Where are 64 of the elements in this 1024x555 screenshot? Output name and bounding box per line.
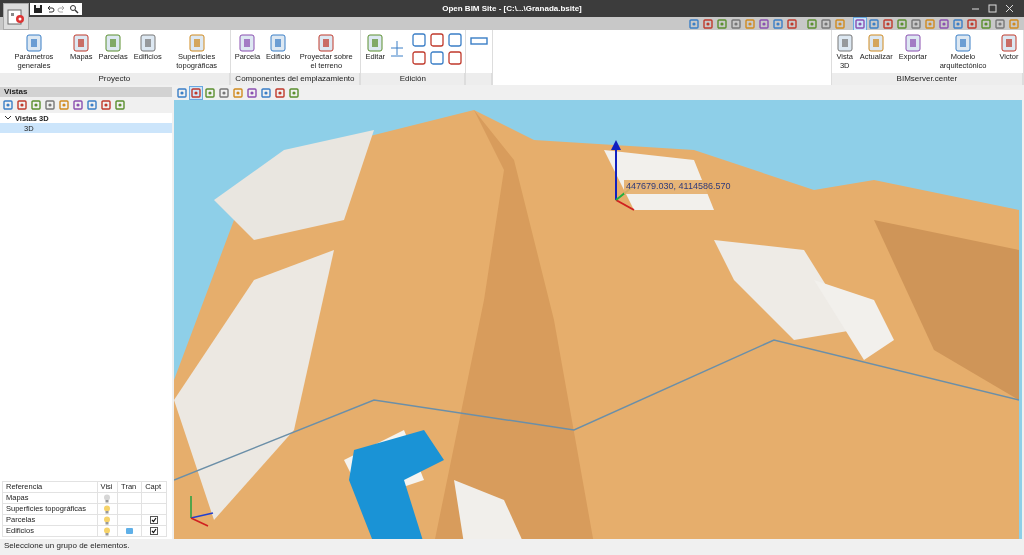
toolbar-icon[interactable] <box>730 17 742 30</box>
toolbar-icon[interactable] <box>114 99 126 111</box>
measure-icon[interactable] <box>470 34 489 48</box>
toolbar-icon[interactable] <box>854 17 866 30</box>
edit-tool-icon[interactable] <box>429 50 446 66</box>
view-tool-icon[interactable] <box>246 86 258 99</box>
view-tool-icon[interactable] <box>218 86 230 99</box>
edit-tool-icon[interactable] <box>411 32 428 48</box>
group-label: Componentes del emplazamiento <box>230 73 361 85</box>
toolbar-icon[interactable] <box>966 17 978 30</box>
app-logo-icon[interactable] <box>3 3 29 30</box>
toolbar-icon[interactable] <box>702 17 714 30</box>
view-tool-icon[interactable] <box>176 86 188 99</box>
toolbar-icon[interactable] <box>806 17 818 30</box>
save-icon[interactable] <box>33 4 43 14</box>
checkbox[interactable] <box>150 516 159 524</box>
toolbar-icon[interactable] <box>896 17 908 30</box>
view-tool-icon[interactable] <box>232 86 244 99</box>
maximize-icon[interactable] <box>988 4 997 13</box>
bulb-icon[interactable] <box>103 493 112 503</box>
toolbar-icon[interactable] <box>786 17 798 30</box>
toolbar-icon[interactable] <box>100 99 112 111</box>
window-title: Open BIM Site - [C:\...\Granada.bsite] <box>442 3 582 15</box>
view-tool-icon[interactable] <box>204 86 216 99</box>
search-icon[interactable] <box>69 4 79 14</box>
toolbar-icon[interactable] <box>994 17 1006 30</box>
close-icon[interactable] <box>1005 4 1014 13</box>
bulb-icon[interactable] <box>103 526 112 536</box>
edit-tool-icon[interactable] <box>429 32 446 48</box>
toolbar-icon[interactable] <box>910 17 922 30</box>
edit-tool-icon[interactable] <box>411 50 428 66</box>
bulb-icon[interactable] <box>103 515 112 525</box>
toolbar-icon[interactable] <box>882 17 894 30</box>
toolbar-icon[interactable] <box>58 99 70 111</box>
group-label: BIMserver.center <box>831 73 1023 85</box>
panel-title: Vistas <box>0 87 172 97</box>
view-tool-icon[interactable] <box>260 86 272 99</box>
toolbar-icon[interactable] <box>44 99 56 111</box>
chevron-icon[interactable] <box>4 114 12 122</box>
toolbar-icon[interactable] <box>72 99 84 111</box>
view-tool-icon[interactable] <box>190 86 202 99</box>
toolbar-icon[interactable] <box>16 99 28 111</box>
toolbar-icon[interactable] <box>2 99 14 111</box>
toolbar-icon[interactable] <box>86 99 98 111</box>
toolbar-icon[interactable] <box>820 17 832 30</box>
view-tool-icon[interactable] <box>288 86 300 99</box>
toolbar-icon[interactable] <box>772 17 784 30</box>
edit-tool-icon[interactable] <box>447 50 464 66</box>
toolbar-icon[interactable] <box>30 99 42 111</box>
toolbar-icon[interactable] <box>716 17 728 30</box>
toolbar-icon[interactable] <box>952 17 964 30</box>
edit-tool-icon[interactable] <box>447 32 464 48</box>
toolbar-icon[interactable] <box>938 17 950 30</box>
toolbar-icon[interactable] <box>688 17 700 30</box>
view-tool-icon[interactable] <box>274 86 286 99</box>
group-label: Proyecto <box>0 73 230 85</box>
toolbar-icon[interactable] <box>980 17 992 30</box>
group-label: Edición <box>361 73 466 85</box>
toolbar-icon[interactable] <box>758 17 770 30</box>
bulb-icon[interactable] <box>103 504 112 514</box>
toolbar-icon[interactable] <box>868 17 880 30</box>
checkbox[interactable] <box>150 527 159 535</box>
coordinate-label: 447679.030, 4114586.570 <box>624 180 733 194</box>
undo-icon[interactable] <box>45 4 55 14</box>
